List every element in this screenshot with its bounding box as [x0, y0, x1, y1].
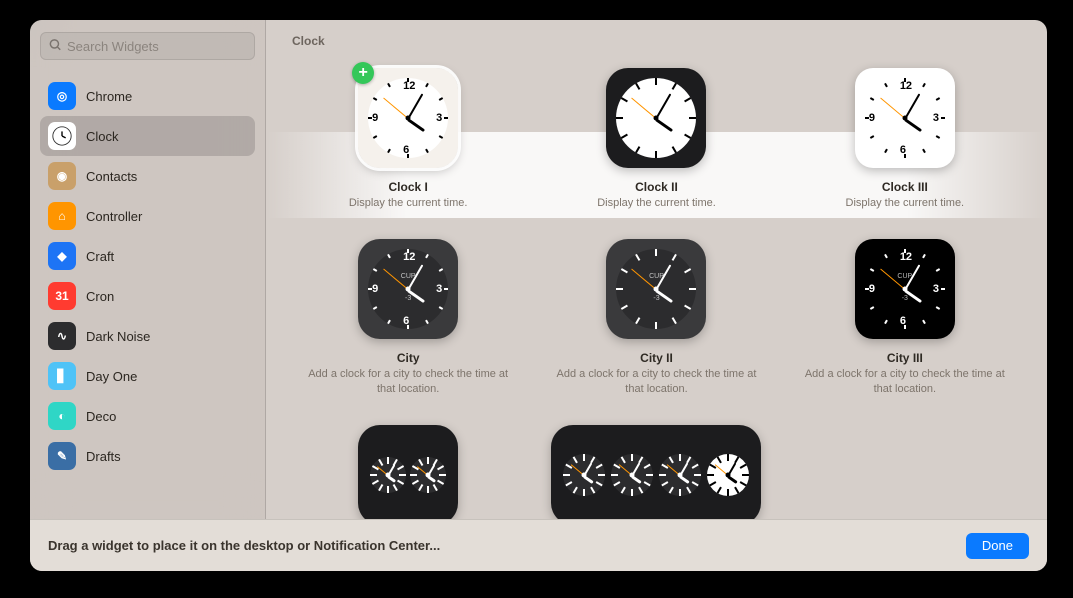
widget-preview[interactable]: 12369+ [358, 68, 458, 168]
widget-desc: Add a clock for a city to check the time… [805, 367, 1005, 397]
widget-preview[interactable]: 12369CUP-3 [855, 239, 955, 339]
sidebar-item-day-one[interactable]: ▋ Day One [40, 356, 255, 396]
widget-title: City II [640, 351, 673, 365]
widget-preview[interactable] [551, 425, 761, 519]
widget-title: Clock I [388, 180, 427, 194]
sidebar-item-clock[interactable]: Clock [40, 116, 255, 156]
sidebar-item-dark-noise[interactable]: ∿ Dark Noise [40, 316, 255, 356]
search-input[interactable] [40, 32, 255, 60]
widget-preview[interactable]: CUP-3 [606, 239, 706, 339]
sidebar-item-label: Clock [86, 129, 119, 144]
widget-desc: Add a clock for a city to check the time… [308, 367, 508, 397]
widget-desc: Display the current time. [846, 196, 965, 211]
sidebar-item-deco[interactable]: ◐ Deco [40, 396, 255, 436]
widget-gallery-window: ◎ Chrome Clock ◉ Contacts ⌂ Controller ◆ Craft 31… [30, 20, 1047, 571]
sidebar-item-label: Contacts [86, 169, 137, 184]
day-one-icon: ▋ [48, 362, 76, 390]
footer-hint: Drag a widget to place it on the desktop… [48, 538, 440, 553]
add-widget-icon[interactable]: + [352, 62, 374, 84]
sidebar-item-label: Dark Noise [86, 329, 150, 344]
sidebar-item-label: Craft [86, 249, 114, 264]
widget-title: Clock II [635, 180, 678, 194]
sidebar-item-chrome[interactable]: ◎ Chrome [40, 76, 255, 116]
widget-grid: 12369+Clock IDisplay the current time.Cl… [266, 52, 1047, 519]
craft-icon: ◆ [48, 242, 76, 270]
search-field-wrap [40, 32, 255, 60]
widget-clock-iii[interactable]: 12369 Clock III Display the current time. [787, 60, 1023, 223]
sidebar-item-drafts[interactable]: ✎ Drafts [40, 436, 255, 476]
search-icon [48, 38, 62, 55]
widget-city-ii[interactable]: CUP-3 City II Add a clock for a city to ch… [538, 231, 774, 409]
widget-desc: Display the current time. [349, 196, 468, 211]
cron-icon: 31 [48, 282, 76, 310]
sidebar-item-label: Deco [86, 409, 116, 424]
widget-preview[interactable]: 12369CUP-3 [358, 239, 458, 339]
widget-clock-i[interactable]: 12369+ Clock I Display the current time. [290, 60, 526, 223]
sidebar-item-label: Drafts [86, 449, 121, 464]
widget-world-clock-small[interactable] [290, 417, 526, 519]
sidebar-item-cron[interactable]: 31 Cron [40, 276, 255, 316]
sidebar-item-label: Controller [86, 209, 142, 224]
section-title: Clock [266, 20, 1047, 52]
widget-title: City [397, 351, 420, 365]
controller-icon: ⌂ [48, 202, 76, 230]
sidebar-item-label: Day One [86, 369, 137, 384]
widget-title: Clock III [882, 180, 928, 194]
sidebar-item-label: Cron [86, 289, 114, 304]
deco-icon: ◐ [48, 402, 76, 430]
widget-desc: Display the current time. [597, 196, 716, 211]
sidebar-list: ◎ Chrome Clock ◉ Contacts ⌂ Controller ◆ Craft 31… [40, 76, 255, 519]
contacts-icon: ◉ [48, 162, 76, 190]
sidebar-item-craft[interactable]: ◆ Craft [40, 236, 255, 276]
widget-preview[interactable] [358, 425, 458, 519]
clock-icon [48, 122, 76, 150]
sidebar-item-controller[interactable]: ⌂ Controller [40, 196, 255, 236]
widget-city-iii[interactable]: 12369CUP-3 City III Add a clock for a city… [787, 231, 1023, 409]
footer-bar: Drag a widget to place it on the desktop… [30, 519, 1047, 571]
widget-desc: Add a clock for a city to check the time… [556, 367, 756, 397]
main-area: ◎ Chrome Clock ◉ Contacts ⌂ Controller ◆ Craft 31… [30, 20, 1047, 519]
chrome-icon: ◎ [48, 82, 76, 110]
widget-city[interactable]: 12369CUP-3 City Add a clock for a city to … [290, 231, 526, 409]
sidebar-item-label: Chrome [86, 89, 132, 104]
sidebar-item-contacts[interactable]: ◉ Contacts [40, 156, 255, 196]
drafts-icon: ✎ [48, 442, 76, 470]
widget-preview[interactable]: 12369 [855, 68, 955, 168]
dark-noise-icon: ∿ [48, 322, 76, 350]
widget-title: City III [887, 351, 923, 365]
sidebar: ◎ Chrome Clock ◉ Contacts ⌂ Controller ◆ Craft 31… [30, 20, 266, 519]
widget-clock-ii[interactable]: Clock II Display the current time. [538, 60, 774, 223]
widget-world-clock-wide[interactable] [538, 417, 774, 519]
widget-preview[interactable] [606, 68, 706, 168]
widget-content[interactable]: Clock 12369+Clock IDisplay the current t… [266, 20, 1047, 519]
done-button[interactable]: Done [966, 533, 1029, 559]
